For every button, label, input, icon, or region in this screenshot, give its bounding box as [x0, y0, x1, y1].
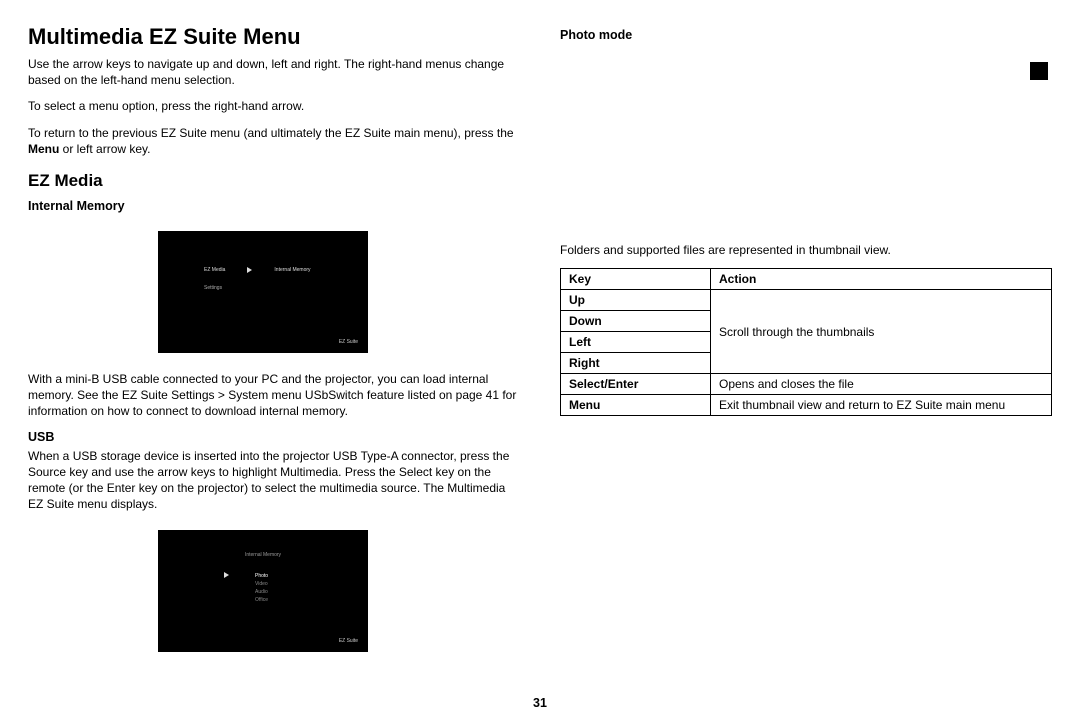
usb-heading: USB [28, 430, 520, 444]
page-title: Multimedia EZ Suite Menu [28, 24, 520, 50]
table-action-select: Opens and closes the file [711, 374, 1052, 395]
table-action-menu: Exit thumbnail view and return to EZ Sui… [711, 395, 1052, 416]
shot-label: Internal Memory [274, 267, 310, 273]
shot-label: Internal Memory [158, 552, 368, 558]
key-action-table: Key Action Up Scroll through the thumbna… [560, 268, 1052, 416]
shot-label: EZ Suite [339, 339, 358, 345]
photo-mode-para: Folders and supported files are represen… [560, 242, 1052, 258]
text: or left arrow key. [59, 142, 150, 156]
internal-memory-screenshot: EZ Media Internal Memory Settings EZ Sui… [158, 231, 368, 353]
table-key-select: Select/Enter [561, 374, 711, 395]
shot-label: Settings [204, 285, 222, 291]
internal-memory-para: With a mini-B USB cable connected to you… [28, 371, 520, 420]
shot-label: EZ Suite [339, 638, 358, 644]
usb-para: When a USB storage device is inserted in… [28, 448, 520, 513]
photo-mode-heading: Photo mode [560, 28, 1052, 42]
intro-para-3: To return to the previous EZ Suite menu … [28, 125, 520, 157]
page-marker [1030, 62, 1048, 80]
intro-para-1: Use the arrow keys to navigate up and do… [28, 56, 520, 88]
play-icon [247, 267, 252, 273]
table-header-action: Action [711, 269, 1052, 290]
internal-memory-heading: Internal Memory [28, 199, 520, 213]
table-key-down: Down [561, 311, 711, 332]
usb-screenshot: Internal Memory Photo Video Audio Office… [158, 530, 368, 652]
table-header-key: Key [561, 269, 711, 290]
photo-mode-screenshot-placeholder [560, 52, 1030, 232]
play-icon [224, 572, 229, 578]
page-number: 31 [0, 696, 1080, 710]
shot-label: Photo [255, 572, 268, 580]
shot-label: EZ Media [204, 267, 225, 273]
table-key-menu: Menu [561, 395, 711, 416]
table-key-right: Right [561, 353, 711, 374]
table-key-left: Left [561, 332, 711, 353]
ez-media-heading: EZ Media [28, 171, 520, 191]
text: To return to the previous EZ Suite menu … [28, 126, 514, 140]
shot-label: Video [255, 580, 268, 588]
table-key-up: Up [561, 290, 711, 311]
table-action-scroll: Scroll through the thumbnails [711, 290, 1052, 374]
menu-key-label: Menu [28, 142, 59, 156]
intro-para-2: To select a menu option, press the right… [28, 98, 520, 114]
shot-label: Audio [255, 588, 268, 596]
shot-label: Office [255, 596, 268, 604]
